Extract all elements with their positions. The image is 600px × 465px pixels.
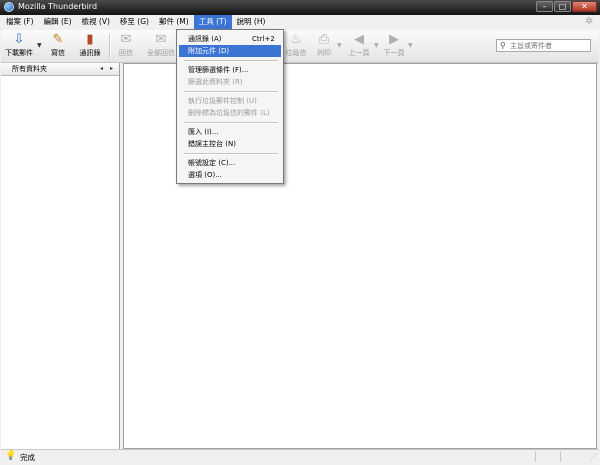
search-icon: ⚲ [500, 41, 506, 50]
menuitem-label: 錯誤主控台 (N) [188, 140, 236, 148]
forward-label: 下一頁 [383, 49, 405, 57]
close-button[interactable]: ✕ [572, 1, 597, 12]
folder-pane-header: 所有資料夾 ◂ ▸ [1, 63, 119, 76]
address-book-label: 通訊錄 [79, 49, 101, 57]
back-dropdown-arrow[interactable]: ▼ [374, 42, 379, 49]
get-mail-button[interactable]: ⇩ 下載郵件 [4, 32, 34, 60]
forward-dropdown-arrow[interactable]: ▼ [408, 42, 413, 49]
menuitem-message-filters[interactable]: 管理篩選條件 (F)... [179, 64, 281, 76]
write-icon: ✎ [52, 32, 64, 47]
junk-icon: ♨ [290, 32, 302, 47]
back-button[interactable]: ◀ 上一頁 [346, 32, 372, 60]
minimize-button[interactable]: – [536, 1, 553, 12]
forward-button[interactable]: ▶ 下一頁 [381, 32, 407, 60]
write-label: 寫信 [51, 49, 65, 57]
menuitem-options[interactable]: 選項 (O)... [179, 169, 281, 181]
folder-view-next-icon[interactable]: ▸ [110, 63, 113, 75]
junk-button[interactable]: ♨ 垃圾信 [282, 32, 310, 60]
menu-go[interactable]: 移至 (G) [115, 15, 154, 29]
get-mail-icon: ⇩ [13, 32, 25, 47]
maximize-button[interactable]: □ [554, 1, 571, 12]
status-bar: 💡 完成 ⋰ [1, 449, 599, 464]
status-text: 完成 [20, 453, 35, 462]
address-book-button[interactable]: ▮ 通訊錄 [76, 32, 104, 60]
print-label: 列印 [317, 49, 331, 57]
status-cells [535, 451, 585, 462]
menu-tools[interactable]: 工具 (T) [193, 15, 232, 29]
menu-separator [184, 153, 278, 155]
menuitem-address-book[interactable]: 通訊錄 (A) Ctrl+2 [179, 33, 281, 45]
status-cell [560, 451, 585, 462]
menuitem-account-settings[interactable]: 帳號設定 (C)... [179, 157, 281, 169]
reply-button[interactable]: ✉ 回信 [114, 32, 138, 60]
get-mail-label: 下載郵件 [5, 49, 33, 57]
menu-help[interactable]: 說明 (H) [232, 15, 271, 29]
reply-icon: ✉ [120, 32, 132, 47]
status-cell [535, 451, 560, 462]
reply-all-button[interactable]: ✉ 全部回信 [144, 32, 178, 60]
menu-message[interactable]: 郵件 (M) [154, 15, 194, 29]
menu-bar: 檔案 (F) 編輯 (E) 檢視 (V) 移至 (G) 郵件 (M) 工具 (T… [1, 15, 599, 29]
menu-view[interactable]: 檢視 (V) [77, 15, 115, 29]
folder-view-prev-icon[interactable]: ◂ [100, 63, 103, 75]
menu-separator [184, 122, 278, 124]
write-button[interactable]: ✎ 寫信 [46, 32, 70, 60]
back-label: 上一頁 [348, 49, 370, 57]
menuitem-shortcut: Ctrl+2 [252, 35, 275, 43]
get-mail-dropdown-arrow[interactable]: ▼ [37, 42, 42, 49]
menu-edit[interactable]: 編輯 (E) [39, 15, 77, 29]
menuitem-run-filters-on-folder[interactable]: 篩選此資料夾 (R) [179, 76, 281, 88]
menuitem-label: 篩選此資料夾 (R) [188, 78, 243, 86]
lightbulb-icon: 💡 [5, 451, 17, 461]
window-title: Mozilla Thunderbird [18, 2, 98, 11]
search-input[interactable] [510, 40, 588, 51]
menuitem-delete-junk[interactable]: 刪除標為垃圾信的郵件 (L) [179, 107, 281, 119]
search-box[interactable]: ⚲ [496, 39, 591, 52]
menuitem-error-console[interactable]: 錯誤主控台 (N) [179, 138, 281, 150]
reply-all-label: 全部回信 [147, 49, 175, 57]
resize-grip-icon[interactable]: ⋰ [590, 453, 597, 461]
print-dropdown-arrow[interactable]: ▼ [337, 42, 342, 49]
menuitem-label: 通訊錄 (A) [188, 35, 222, 43]
menuitem-label: 帳號設定 (C)... [188, 159, 236, 167]
menuitem-label: 選項 (O)... [188, 171, 222, 179]
menuitem-label: 附加元件 (D) [188, 47, 230, 55]
menuitem-label: 匯入 (I)... [188, 128, 219, 136]
window-controls: – □ ✕ [535, 1, 597, 13]
print-icon: ⎙ [318, 32, 330, 47]
thunderbird-app-icon [4, 2, 14, 12]
main-toolbar: ⇩ 下載郵件 ▼ ✎ 寫信 ▮ 通訊錄 ✉ 回信 ✉ 全部回信 ♨ 垃圾信 ⎙ … [1, 30, 599, 63]
junk-label: 垃圾信 [285, 49, 307, 57]
menuitem-addons[interactable]: 附加元件 (D) [179, 45, 281, 57]
menuitem-run-junk-controls[interactable]: 執行垃圾郵件控制 (U) [179, 95, 281, 107]
menu-separator [184, 91, 278, 93]
toolbar-separator [109, 34, 111, 58]
thunderbird-window: Mozilla Thunderbird – □ ✕ 檔案 (F) 編輯 (E) … [0, 0, 600, 465]
menu-separator [184, 60, 278, 62]
menuitem-label: 刪除標為垃圾信的郵件 (L) [188, 109, 270, 117]
reply-all-icon: ✉ [155, 32, 167, 47]
menuitem-import[interactable]: 匯入 (I)... [179, 126, 281, 138]
title-bar: Mozilla Thunderbird – □ ✕ [0, 0, 600, 15]
menuitem-label: 執行垃圾郵件控制 (U) [188, 97, 257, 105]
forward-arrow-icon: ▶ [389, 32, 399, 47]
menu-file[interactable]: 檔案 (F) [1, 15, 39, 29]
print-button[interactable]: ⎙ 列印 [313, 32, 335, 60]
address-book-icon: ▮ [86, 32, 94, 47]
activity-throbber-icon: ✲ [585, 16, 594, 27]
menuitem-label: 管理篩選條件 (F)... [188, 66, 249, 74]
folder-pane[interactable]: 所有資料夾 ◂ ▸ [1, 63, 120, 449]
reply-label: 回信 [119, 49, 133, 57]
tools-menu-dropdown: 通訊錄 (A) Ctrl+2 附加元件 (D) 管理篩選條件 (F)... 篩選… [176, 29, 284, 184]
back-arrow-icon: ◀ [354, 32, 364, 47]
folder-pane-title: 所有資料夾 [12, 65, 47, 73]
